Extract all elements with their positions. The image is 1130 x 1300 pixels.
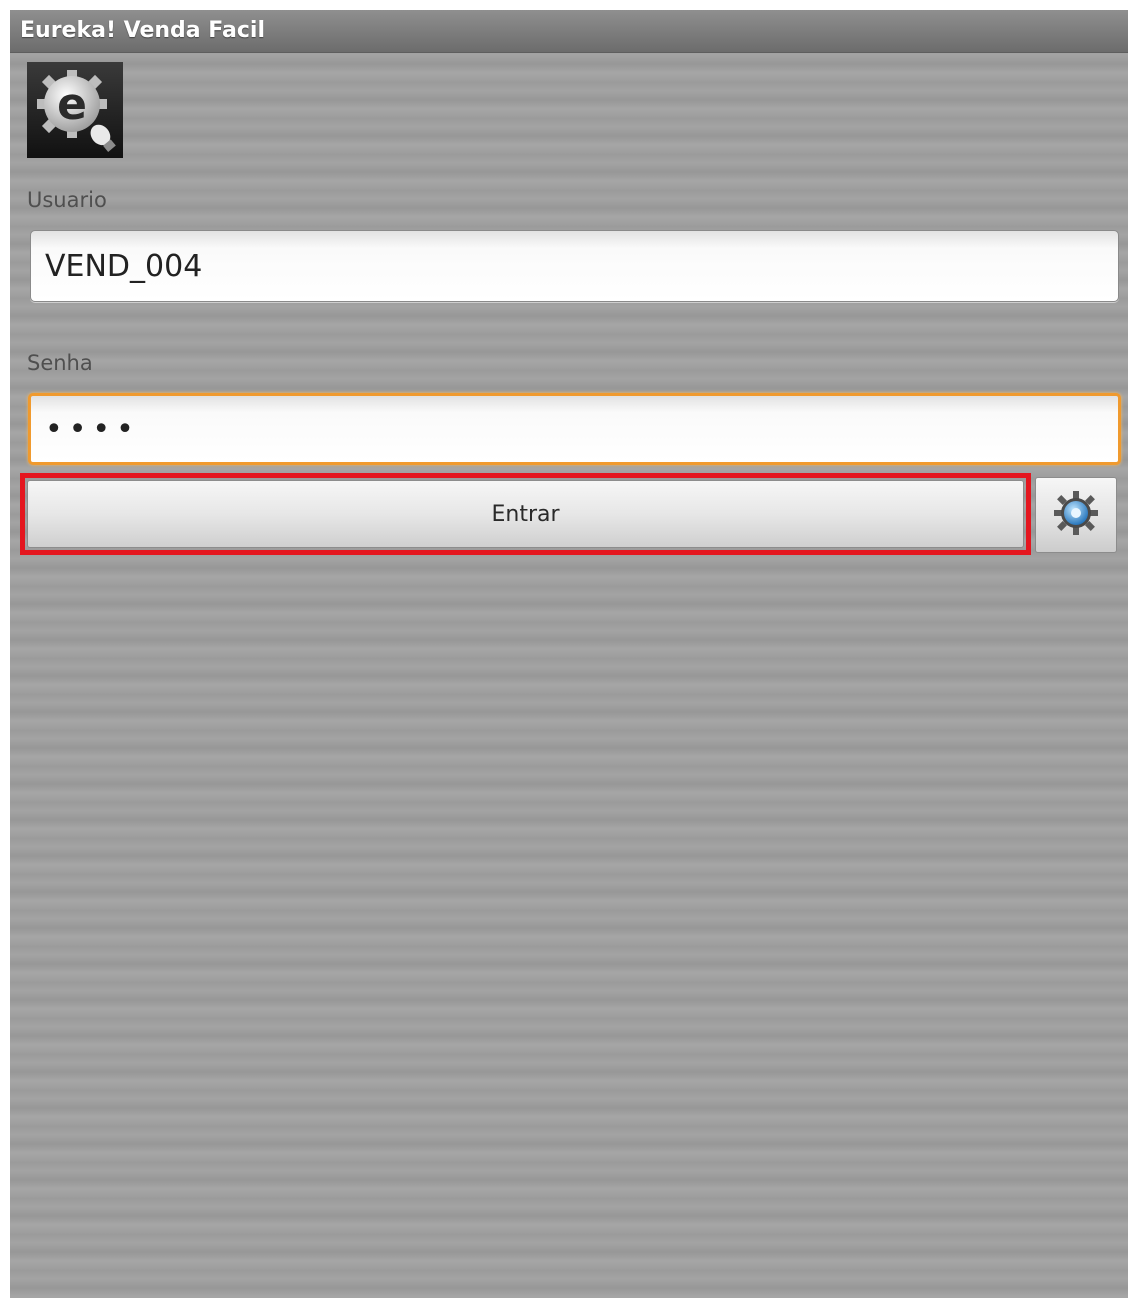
app-screen: Eureka! Venda Facil e Usuario VEND_004 S… — [10, 10, 1128, 1298]
username-label: Usuario — [27, 188, 107, 212]
password-label: Senha — [27, 351, 93, 375]
settings-button[interactable] — [1035, 477, 1117, 553]
gear-icon — [1053, 490, 1099, 540]
app-title: Eureka! Venda Facil — [20, 18, 265, 43]
title-bar: Eureka! Venda Facil — [10, 10, 1128, 53]
app-logo-icon: e — [27, 62, 123, 158]
svg-text:e: e — [57, 79, 87, 130]
password-input[interactable] — [28, 393, 1121, 465]
username-input[interactable] — [30, 230, 1119, 302]
highlight-box — [20, 473, 1031, 555]
